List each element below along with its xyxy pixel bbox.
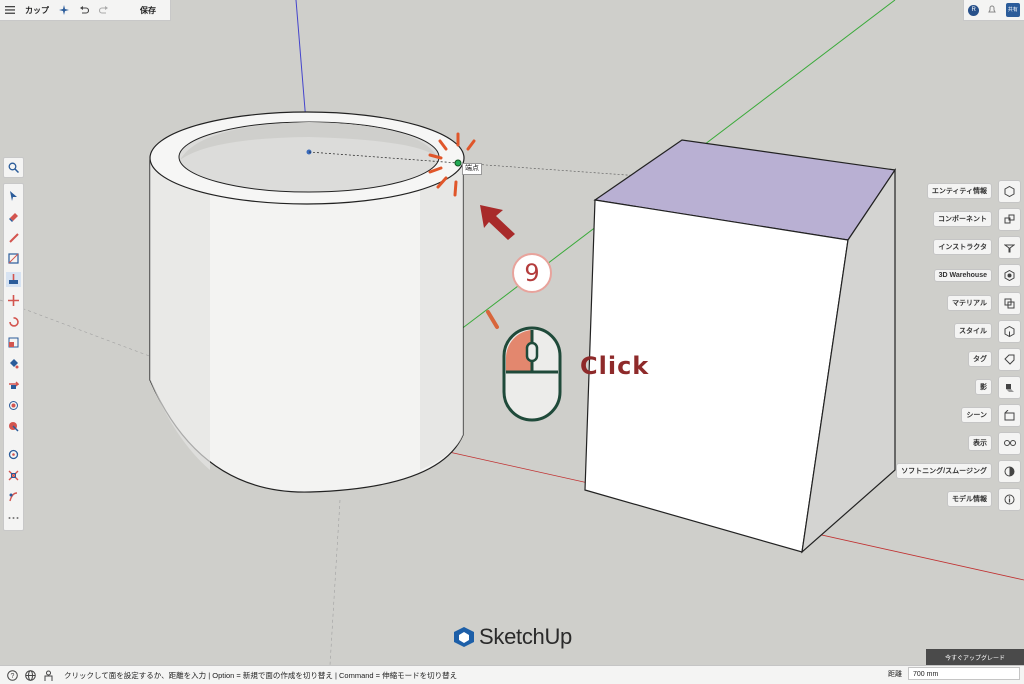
panel-label: スタイル xyxy=(954,323,992,339)
orbit-tool-icon[interactable] xyxy=(6,447,21,462)
box-model xyxy=(584,139,897,554)
panel-label: 表示 xyxy=(968,435,992,451)
model-viewport[interactable]: 端点 9 Click xyxy=(0,0,1024,665)
panel-shadows[interactable]: 影 xyxy=(975,375,1021,399)
share-button[interactable]: 共有 xyxy=(1005,3,1020,17)
save-button[interactable]: 保存 xyxy=(135,0,170,20)
display-icon[interactable] xyxy=(998,431,1021,455)
distance-label: 距離 xyxy=(888,671,902,678)
tape-measure-tool-icon[interactable] xyxy=(6,419,21,434)
panel-label: エンティティ情報 xyxy=(926,183,992,199)
distance-input[interactable]: 700 mm xyxy=(908,667,1020,680)
warehouse-icon[interactable] xyxy=(998,263,1021,287)
step-number-badge: 9 xyxy=(512,253,552,293)
panel-label: 3D Warehouse xyxy=(933,268,992,282)
zoom-extents-tool-icon[interactable] xyxy=(6,468,21,483)
panel-label: シーン xyxy=(961,407,992,423)
panel-materials[interactable]: マテリアル xyxy=(947,291,1021,315)
panel-label: タグ xyxy=(968,351,992,367)
panel-styles[interactable]: スタイル xyxy=(954,319,1021,343)
panel-label: 影 xyxy=(975,379,992,395)
undo-icon[interactable] xyxy=(74,0,94,20)
model-info-icon[interactable] xyxy=(998,487,1021,511)
click-annotation-text: Click xyxy=(580,352,650,380)
help-icon[interactable]: ? xyxy=(6,669,18,681)
panel-label: コンポーネント xyxy=(933,211,992,227)
sparkle-icon[interactable] xyxy=(54,0,74,20)
avatar[interactable]: R xyxy=(968,4,980,16)
more-tools-icon[interactable] xyxy=(6,510,21,525)
panel-instructor[interactable]: インストラクタ xyxy=(933,235,1021,259)
panel-scenes[interactable]: シーン xyxy=(961,403,1021,427)
styles-icon[interactable] xyxy=(998,319,1021,343)
svg-text:?: ? xyxy=(10,673,14,680)
select-tool-icon[interactable] xyxy=(6,188,21,203)
notification-icon[interactable] xyxy=(987,1,997,19)
endpoint-tooltip: 端点 xyxy=(462,163,482,175)
panel-soften[interactable]: ソフトニング/スムージング xyxy=(896,459,1021,483)
panel-model-info[interactable]: モデル情報 xyxy=(947,487,1021,511)
tags-icon[interactable] xyxy=(998,347,1021,371)
components-icon[interactable] xyxy=(998,207,1021,231)
hamburger-menu-icon[interactable] xyxy=(0,0,20,20)
panel-tags[interactable]: タグ xyxy=(968,347,1021,371)
globe-icon[interactable] xyxy=(24,669,36,681)
panel-3d-warehouse[interactable]: 3D Warehouse xyxy=(933,263,1021,287)
offset-tool-icon[interactable] xyxy=(6,398,21,413)
panel-display[interactable]: 表示 xyxy=(968,431,1021,455)
red-axis-neg xyxy=(0,299,161,361)
move-tool-icon[interactable] xyxy=(6,293,21,308)
document-title[interactable]: カップ xyxy=(20,0,54,20)
upgrade-button[interactable]: 今すぐアップグレード xyxy=(926,649,1024,665)
entity-info-icon[interactable] xyxy=(998,179,1021,203)
rectangle-tool-icon[interactable] xyxy=(6,251,21,266)
logo-text: SketchUp xyxy=(479,624,572,649)
status-bar: ? クリックして面を設定するか、距離を入力 | Option = 新規で面の作成… xyxy=(0,665,1024,684)
panel-entity-info[interactable]: エンティティ情報 xyxy=(926,179,1021,203)
eraser-tool-icon[interactable] xyxy=(6,209,21,224)
follow-me-tool-icon[interactable] xyxy=(6,377,21,392)
push-pull-tool-icon[interactable] xyxy=(6,272,21,287)
scene-canvas xyxy=(0,0,1024,665)
walk-tool-icon[interactable] xyxy=(6,489,21,504)
pencil-tool-icon[interactable] xyxy=(6,230,21,245)
person-icon[interactable] xyxy=(42,669,54,681)
sketchup-logo-icon xyxy=(454,627,474,647)
pointer-arrow-icon xyxy=(480,205,515,240)
rotate-tool-icon[interactable] xyxy=(6,314,21,329)
tool-palette xyxy=(3,183,24,531)
mouse-illustration xyxy=(486,310,562,422)
panel-label: インストラクタ xyxy=(933,239,992,255)
sketchup-logo: SketchUp xyxy=(453,624,572,650)
green-axis-neg xyxy=(329,499,341,665)
panel-label: ソフトニング/スムージング xyxy=(896,463,992,479)
scenes-icon[interactable] xyxy=(998,403,1021,427)
panel-label: モデル情報 xyxy=(947,491,992,507)
search-tool-button[interactable] xyxy=(3,157,24,178)
redo-icon[interactable] xyxy=(94,0,114,20)
soften-icon[interactable] xyxy=(998,459,1021,483)
panel-label: マテリアル xyxy=(947,295,992,311)
paint-bucket-tool-icon[interactable] xyxy=(6,356,21,371)
materials-icon[interactable] xyxy=(998,291,1021,315)
top-right-controls: R 共有 xyxy=(963,0,1024,21)
scale-tool-icon[interactable] xyxy=(6,335,21,350)
panel-components[interactable]: コンポーネント xyxy=(933,207,1021,231)
shadows-icon[interactable] xyxy=(998,375,1021,399)
top-toolbar: カップ 保存 xyxy=(0,0,171,21)
instructor-icon[interactable] xyxy=(998,235,1021,259)
search-icon xyxy=(8,162,19,173)
status-hint: クリックして面を設定するか、距離を入力 | Option = 新規で面の作成を切… xyxy=(64,670,458,680)
